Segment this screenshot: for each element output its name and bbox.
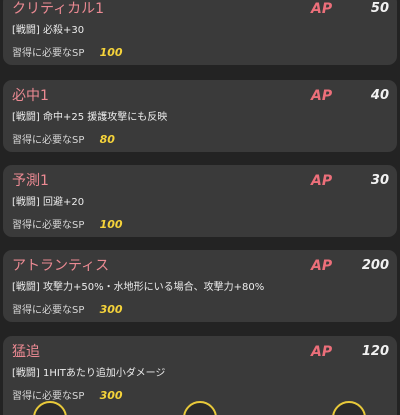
ap-value: 30: [370, 173, 389, 188]
sp-requirement: 習得に必要なSP 300: [12, 303, 123, 317]
ap-value: 120: [361, 344, 389, 359]
skill-card[interactable]: アトランティス AP 200 [戦闘] 攻撃力+50%・水地形にいる場合、攻撃力…: [3, 250, 397, 322]
skill-card[interactable]: クリティカル1 AP 50 [戦闘] 必殺+30 習得に必要なSP 100: [3, 0, 397, 65]
sp-value: 80: [99, 133, 115, 146]
sp-value: 300: [99, 389, 123, 402]
skill-description: [戦闘] 回避+20: [12, 197, 85, 208]
skill-name: クリティカル1: [12, 1, 105, 17]
skill-name: 予測1: [12, 173, 49, 189]
skill-card[interactable]: 必中1 AP 40 [戦闘] 命中+25 援護攻撃にも反映 習得に必要なSP 8…: [3, 80, 397, 152]
ap-label: AP: [311, 173, 333, 189]
skill-list-screen: クリティカル1 AP 50 [戦闘] 必殺+30 習得に必要なSP 100 必中…: [0, 0, 400, 415]
skill-description: [戦闘] 命中+25 援護攻撃にも反映: [12, 112, 168, 123]
ap-value: 50: [370, 1, 389, 16]
skill-description: [戦闘] 攻撃力+50%・水地形にいる場合、攻撃力+80%: [12, 282, 265, 293]
skill-name: 必中1: [12, 88, 49, 104]
sp-requirement: 習得に必要なSP 300: [12, 389, 123, 403]
sp-label: 習得に必要なSP: [12, 305, 85, 316]
sp-label: 習得に必要なSP: [12, 220, 85, 231]
sp-label: 習得に必要なSP: [12, 135, 85, 146]
sp-requirement: 習得に必要なSP 100: [12, 46, 123, 60]
sp-label: 習得に必要なSP: [12, 48, 85, 59]
skill-description: [戦闘] 必殺+30: [12, 25, 85, 36]
skill-description: [戦闘] 1HITあたり追加小ダメージ: [12, 368, 166, 379]
skill-card[interactable]: 予測1 AP 30 [戦闘] 回避+20 習得に必要なSP 100: [3, 165, 397, 237]
ap-value: 40: [370, 88, 389, 103]
sp-requirement: 習得に必要なSP 100: [12, 218, 123, 232]
skill-name: アトランティス: [12, 258, 110, 274]
sp-value: 100: [99, 218, 123, 231]
ap-label: AP: [311, 88, 333, 104]
ap-label: AP: [311, 1, 333, 17]
ap-value: 200: [361, 258, 389, 273]
sp-value: 100: [99, 46, 123, 59]
skill-name: 猛追: [12, 344, 40, 360]
sp-value: 300: [99, 303, 123, 316]
ap-label: AP: [311, 344, 333, 360]
ap-label: AP: [311, 258, 333, 274]
sp-requirement: 習得に必要なSP 80: [12, 133, 115, 147]
